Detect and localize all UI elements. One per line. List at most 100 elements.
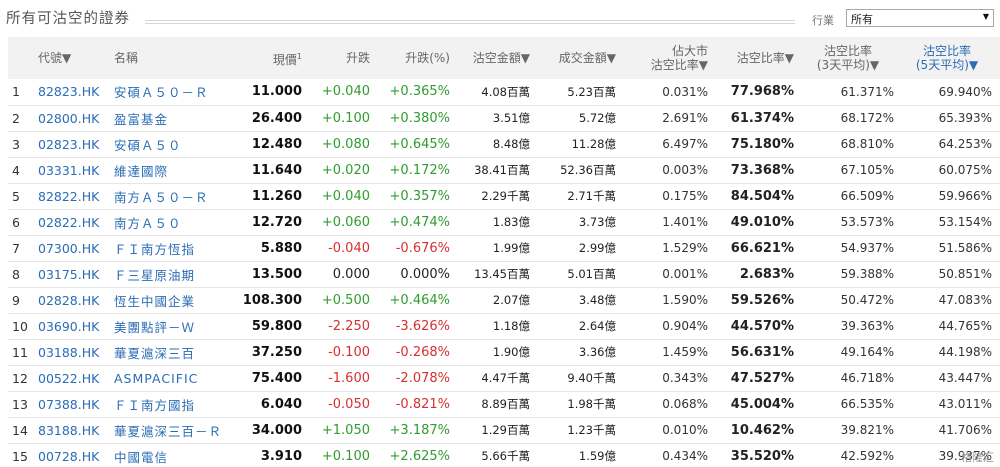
stock-name-link[interactable]: 華夏滬深三百	[114, 346, 195, 361]
stock-code-link[interactable]: 03188.HK	[38, 339, 114, 365]
stock-code-link[interactable]: 02822.HK	[38, 215, 99, 230]
stock-name-link[interactable]: 恆生中國企業	[114, 287, 242, 313]
table-row[interactable]: 1 82823.HK 安碩Ａ５０－Ｒ 11.000 +0.040 +0.365% 4.08百…	[8, 79, 1000, 105]
stock-code-link[interactable]: 02800.HK	[38, 111, 99, 126]
col-header-short-ratio-5d[interactable]: 沽空比率 (5天平均)▼	[902, 37, 1000, 79]
col-header-change-pct[interactable]: 升跌(%)	[378, 37, 458, 79]
stock-name-link[interactable]: 維達國際	[114, 164, 168, 179]
table-row[interactable]: 11 03188.HK 華夏滬深三百 37.250 -0.100 -0.268% 1.90億…	[8, 339, 1000, 365]
price-value: 34.000	[251, 422, 302, 438]
stock-code-link[interactable]: 03175.HK	[38, 267, 99, 282]
stock-code-link[interactable]: 07388.HK	[38, 391, 114, 417]
stock-code-link[interactable]: 83188.HK	[38, 417, 114, 443]
stock-name-link[interactable]: 安碩Ａ５０	[114, 138, 182, 153]
stock-name-link[interactable]: ＦＩ南方國指	[114, 398, 195, 413]
stock-name-link[interactable]: 南方Ａ５０	[114, 209, 242, 235]
stock-name-link[interactable]: 華夏滬深三百－Ｒ	[114, 417, 242, 443]
stock-code-link[interactable]: 02823.HK	[38, 137, 99, 152]
col-header-market-short-ratio[interactable]: 佔大市 沽空比率▼	[624, 37, 716, 79]
stock-name-link[interactable]: ASMPACIFIC	[114, 365, 242, 391]
stock-name-link[interactable]: Ｆ三星原油期	[114, 261, 242, 287]
stock-code-link[interactable]: 03175.HK	[38, 261, 114, 287]
table-row[interactable]: 12 00522.HK ASMPACIFIC 75.400 -1.600 -2.078% 4…	[8, 365, 1000, 391]
change-value: -0.050	[328, 396, 370, 412]
table-row[interactable]: 4 03331.HK 維達國際 11.640 +0.020 +0.172% 38.41百萬 5…	[8, 157, 1000, 183]
table-row[interactable]: 7 07300.HK ＦＩ南方恆指 5.880 -0.040 -0.676% 1.99億 2.…	[8, 235, 1000, 261]
stock-code-link[interactable]: 00728.HK	[38, 449, 99, 464]
table-row[interactable]: 14 83188.HK 華夏滬深三百－Ｒ 34.000 +1.050 +3.187% 1.2…	[8, 417, 1000, 443]
table-row[interactable]: 8 03175.HK Ｆ三星原油期 13.500 0.000 0.000% 13.45百萬 5…	[8, 261, 1000, 287]
stock-name-link[interactable]: 盈富基金	[114, 112, 168, 127]
stock-code-link[interactable]: 02828.HK	[38, 293, 99, 308]
table-row[interactable]: 3 02823.HK 安碩Ａ５０ 12.480 +0.080 +0.645% 8.48億 11…	[8, 131, 1000, 157]
stock-code-link[interactable]: 83188.HK	[38, 423, 99, 438]
price-value: 59.800	[251, 318, 302, 334]
row-index: 7	[12, 240, 20, 256]
stock-code-link[interactable]: 02822.HK	[38, 209, 114, 235]
stock-name-link[interactable]: ＦＩ南方國指	[114, 391, 242, 417]
stock-code-link[interactable]: 03331.HK	[38, 157, 114, 183]
change-pct-value: -0.676%	[395, 240, 450, 256]
stock-name-link[interactable]: 美團點評－Ｗ	[114, 313, 242, 339]
change-pct-value: +3.187%	[389, 422, 450, 438]
stock-code-link[interactable]: 00522.HK	[38, 371, 99, 386]
table-row[interactable]: 13 07388.HK ＦＩ南方國指 6.040 -0.050 -0.821% 8.89百萬…	[8, 391, 1000, 417]
stock-code-link[interactable]: 02828.HK	[38, 287, 114, 313]
col-header-change[interactable]: 升跌	[310, 37, 378, 79]
stock-name-link[interactable]: 南方Ａ５０	[114, 216, 182, 231]
stock-name-link[interactable]: 南方Ａ５０－Ｒ	[114, 190, 209, 205]
stock-name-link[interactable]: Ｆ三星原油期	[114, 268, 195, 283]
stock-name-link[interactable]: 恆生中國企業	[114, 294, 195, 309]
stock-code-link[interactable]: 02800.HK	[38, 105, 114, 131]
table-row[interactable]: 15 00728.HK 中國電信 3.910 +0.100 +2.625% 5.66千萬 1.…	[8, 443, 1000, 467]
stock-name-link[interactable]: 中國電信	[114, 450, 168, 465]
stock-code-link[interactable]: 82822.HK	[38, 183, 114, 209]
stock-code-link[interactable]: 07388.HK	[38, 397, 99, 412]
stock-name-link[interactable]: 美團點評－Ｗ	[114, 320, 195, 335]
col-header-code[interactable]: 代號▼	[38, 37, 114, 79]
stock-name-link[interactable]: 維達國際	[114, 157, 242, 183]
stock-name-link[interactable]: ＦＩ南方恆指	[114, 235, 242, 261]
stock-name-link[interactable]: 安碩Ａ５０	[114, 131, 242, 157]
stock-name-link[interactable]: 南方Ａ５０－Ｒ	[114, 183, 242, 209]
table-row[interactable]: 6 02822.HK 南方Ａ５０ 12.720 +0.060 +0.474% 1.83億 3.…	[8, 209, 1000, 235]
stock-code-link[interactable]: 03331.HK	[38, 163, 99, 178]
stock-code-link[interactable]: 00728.HK	[38, 443, 114, 467]
stock-name-link[interactable]: 盈富基金	[114, 105, 242, 131]
col-header-short-ratio-3d[interactable]: 沽空比率 (3天平均)▼	[802, 37, 902, 79]
stock-name-link[interactable]: 中國電信	[114, 443, 242, 467]
stock-code-link[interactable]: 02823.HK	[38, 131, 114, 157]
stock-name-link[interactable]: 安碩Ａ５０－Ｒ	[114, 79, 242, 105]
table-row[interactable]: 5 82822.HK 南方Ａ５０－Ｒ 11.260 +0.040 +0.357% 2.29千…	[8, 183, 1000, 209]
stock-name-link[interactable]: 安碩Ａ５０－Ｒ	[114, 85, 209, 100]
turnover-value: 3.36億	[578, 345, 616, 359]
stock-code-link[interactable]: 00522.HK	[38, 365, 114, 391]
stock-code-link[interactable]: 03690.HK	[38, 313, 114, 339]
col-header-short-ratio[interactable]: 沽空比率▼	[716, 37, 802, 79]
stock-name-link[interactable]: 華夏滬深三百－Ｒ	[114, 424, 222, 439]
stock-code-link[interactable]: 03188.HK	[38, 345, 99, 360]
industry-filter-select[interactable]: 所有 ▼	[846, 9, 994, 27]
col-header-short-amount[interactable]: 沽空金額▼	[458, 37, 538, 79]
stock-code-link[interactable]: 03690.HK	[38, 319, 99, 334]
stock-code-link[interactable]: 82822.HK	[38, 189, 99, 204]
row-index: 12	[12, 370, 28, 386]
table-row[interactable]: 2 02800.HK 盈富基金 26.400 +0.100 +0.380% 3.51億 5.7…	[8, 105, 1000, 131]
stock-name-link[interactable]: ＦＩ南方恆指	[114, 242, 195, 257]
stock-code-link[interactable]: 07300.HK	[38, 241, 99, 256]
stock-code-link[interactable]: 82823.HK	[38, 79, 114, 105]
market-short-ratio-value: 0.010%	[662, 423, 708, 437]
stock-name-link[interactable]: 華夏滬深三百	[114, 339, 242, 365]
change-value: 0.000	[332, 266, 370, 282]
col-header-price[interactable]: 現價1	[242, 37, 310, 79]
col-header-turnover[interactable]: 成交金額▼	[538, 37, 624, 79]
table-row[interactable]: 9 02828.HK 恆生中國企業 108.300 +0.500 +0.464% 2.07億…	[8, 287, 1000, 313]
change-value: +0.020	[321, 162, 370, 178]
table-row[interactable]: 10 03690.HK 美團點評－Ｗ 59.800 -2.250 -3.626% 1.18億…	[8, 313, 1000, 339]
stock-name-link[interactable]: ASMPACIFIC	[114, 371, 198, 386]
stock-code-link[interactable]: 07300.HK	[38, 235, 114, 261]
short-ratio-3d-value: 54.937%	[840, 241, 894, 255]
stock-code-link[interactable]: 82823.HK	[38, 84, 99, 99]
short-amount-value: 4.08百萬	[481, 84, 530, 99]
industry-filter-label: 行業	[812, 14, 834, 27]
